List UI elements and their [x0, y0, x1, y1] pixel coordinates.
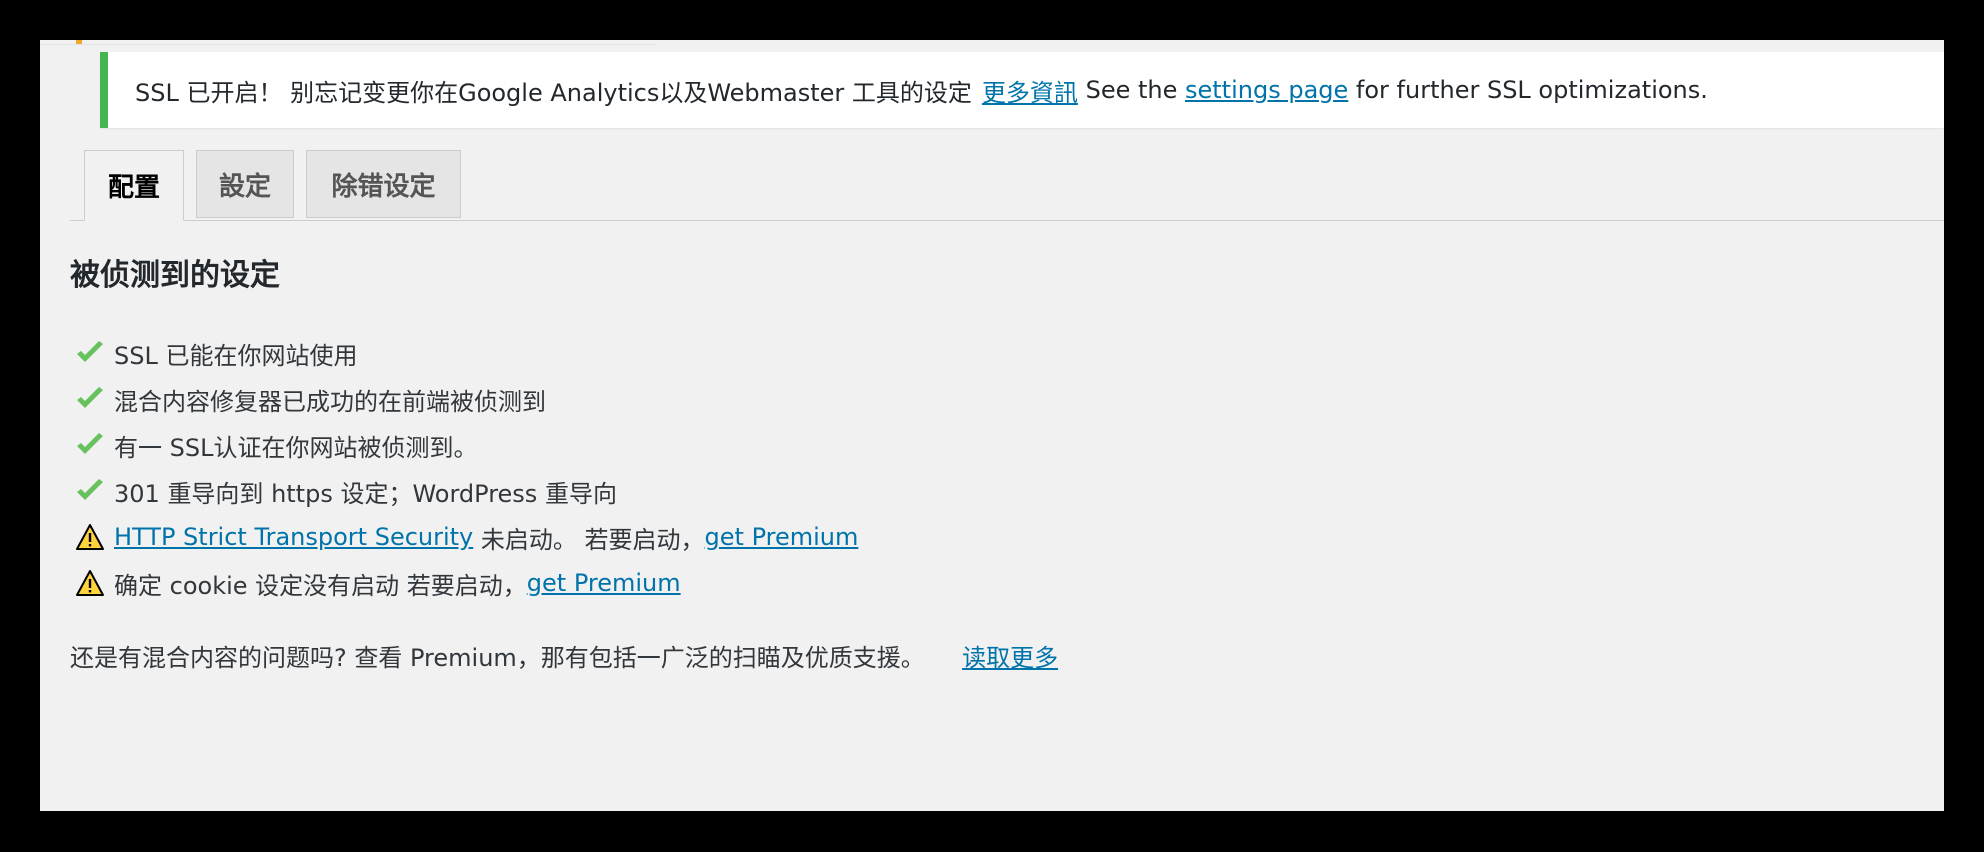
status-text: 混合内容修复器已成功的在前端被侦测到 — [114, 387, 546, 416]
notice-text: SSL 已开启！ 别忘记变更你在Google Analytics以及Webmas… — [135, 78, 972, 107]
tab-debug-settings[interactable]: 除错设定 — [306, 150, 461, 218]
premium-footer: 还是有混合内容的问题吗? 查看 Premium，那有包括一广泛的扫瞄及优质支援。… — [70, 638, 1058, 673]
status-text: 有一 SSL认证在你网站被侦测到。 — [114, 433, 478, 462]
footer-text: 还是有混合内容的问题吗? 查看 Premium，那有包括一广泛的扫瞄及优质支援。 — [70, 644, 925, 672]
check-icon — [74, 429, 106, 461]
status-item-secure-cookie: 确定 cookie 设定没有启动 若要启动， get Premium — [74, 560, 858, 606]
notice-see-the: See the — [1085, 76, 1178, 104]
warning-icon — [74, 567, 106, 599]
ssl-activated-notice: SSL 已开启！ 别忘记变更你在Google Analytics以及Webmas… — [100, 52, 1944, 128]
status-text: SSL 已能在你网站使用 — [114, 341, 358, 370]
warning-icon — [74, 521, 106, 553]
status-text: 301 重导向到 https 设定；WordPress 重导向 — [114, 479, 617, 508]
settings-tabs: 配置 設定 除错设定 — [70, 150, 1944, 221]
get-premium-link[interactable]: get Premium — [527, 569, 681, 597]
detected-settings-list: SSL 已能在你网站使用 混合内容修复器已成功的在前端被侦测到 有一 SSL认证… — [74, 330, 858, 606]
status-text: 未启动。 若要启动， — [480, 525, 705, 554]
get-premium-link[interactable]: get Premium — [705, 523, 859, 551]
status-item-hsts: HTTP Strict Transport Security 未启动。 若要启动… — [74, 514, 858, 560]
settings-page-link[interactable]: settings page — [1185, 76, 1348, 104]
check-icon — [74, 337, 106, 369]
hsts-link[interactable]: HTTP Strict Transport Security — [114, 523, 473, 551]
status-item-ssl-certificate: 有一 SSL认证在你网站被侦测到。 — [74, 422, 858, 468]
section-title: 被侦测到的设定 — [70, 258, 280, 293]
status-item-ssl-enabled: SSL 已能在你网站使用 — [74, 330, 858, 376]
check-icon — [74, 383, 106, 415]
status-item-301-redirect: 301 重导向到 https 设定；WordPress 重导向 — [74, 468, 858, 514]
settings-window: SSL 已开启！ 别忘记变更你在Google Analytics以及Webmas… — [40, 40, 1944, 811]
read-more-link[interactable]: 读取更多 — [962, 644, 1058, 672]
tab-settings[interactable]: 設定 — [196, 150, 294, 218]
notice-tail: for further SSL optimizations. — [1355, 76, 1708, 104]
tab-configuration[interactable]: 配置 — [84, 150, 184, 221]
accent-marker — [76, 40, 82, 44]
more-info-link[interactable]: 更多資訊 — [982, 73, 1078, 108]
status-item-mixed-content: 混合内容修复器已成功的在前端被侦测到 — [74, 376, 858, 422]
top-divider — [40, 40, 656, 45]
status-text: 确定 cookie 设定没有启动 若要启动， — [114, 571, 527, 600]
check-icon — [74, 475, 106, 507]
